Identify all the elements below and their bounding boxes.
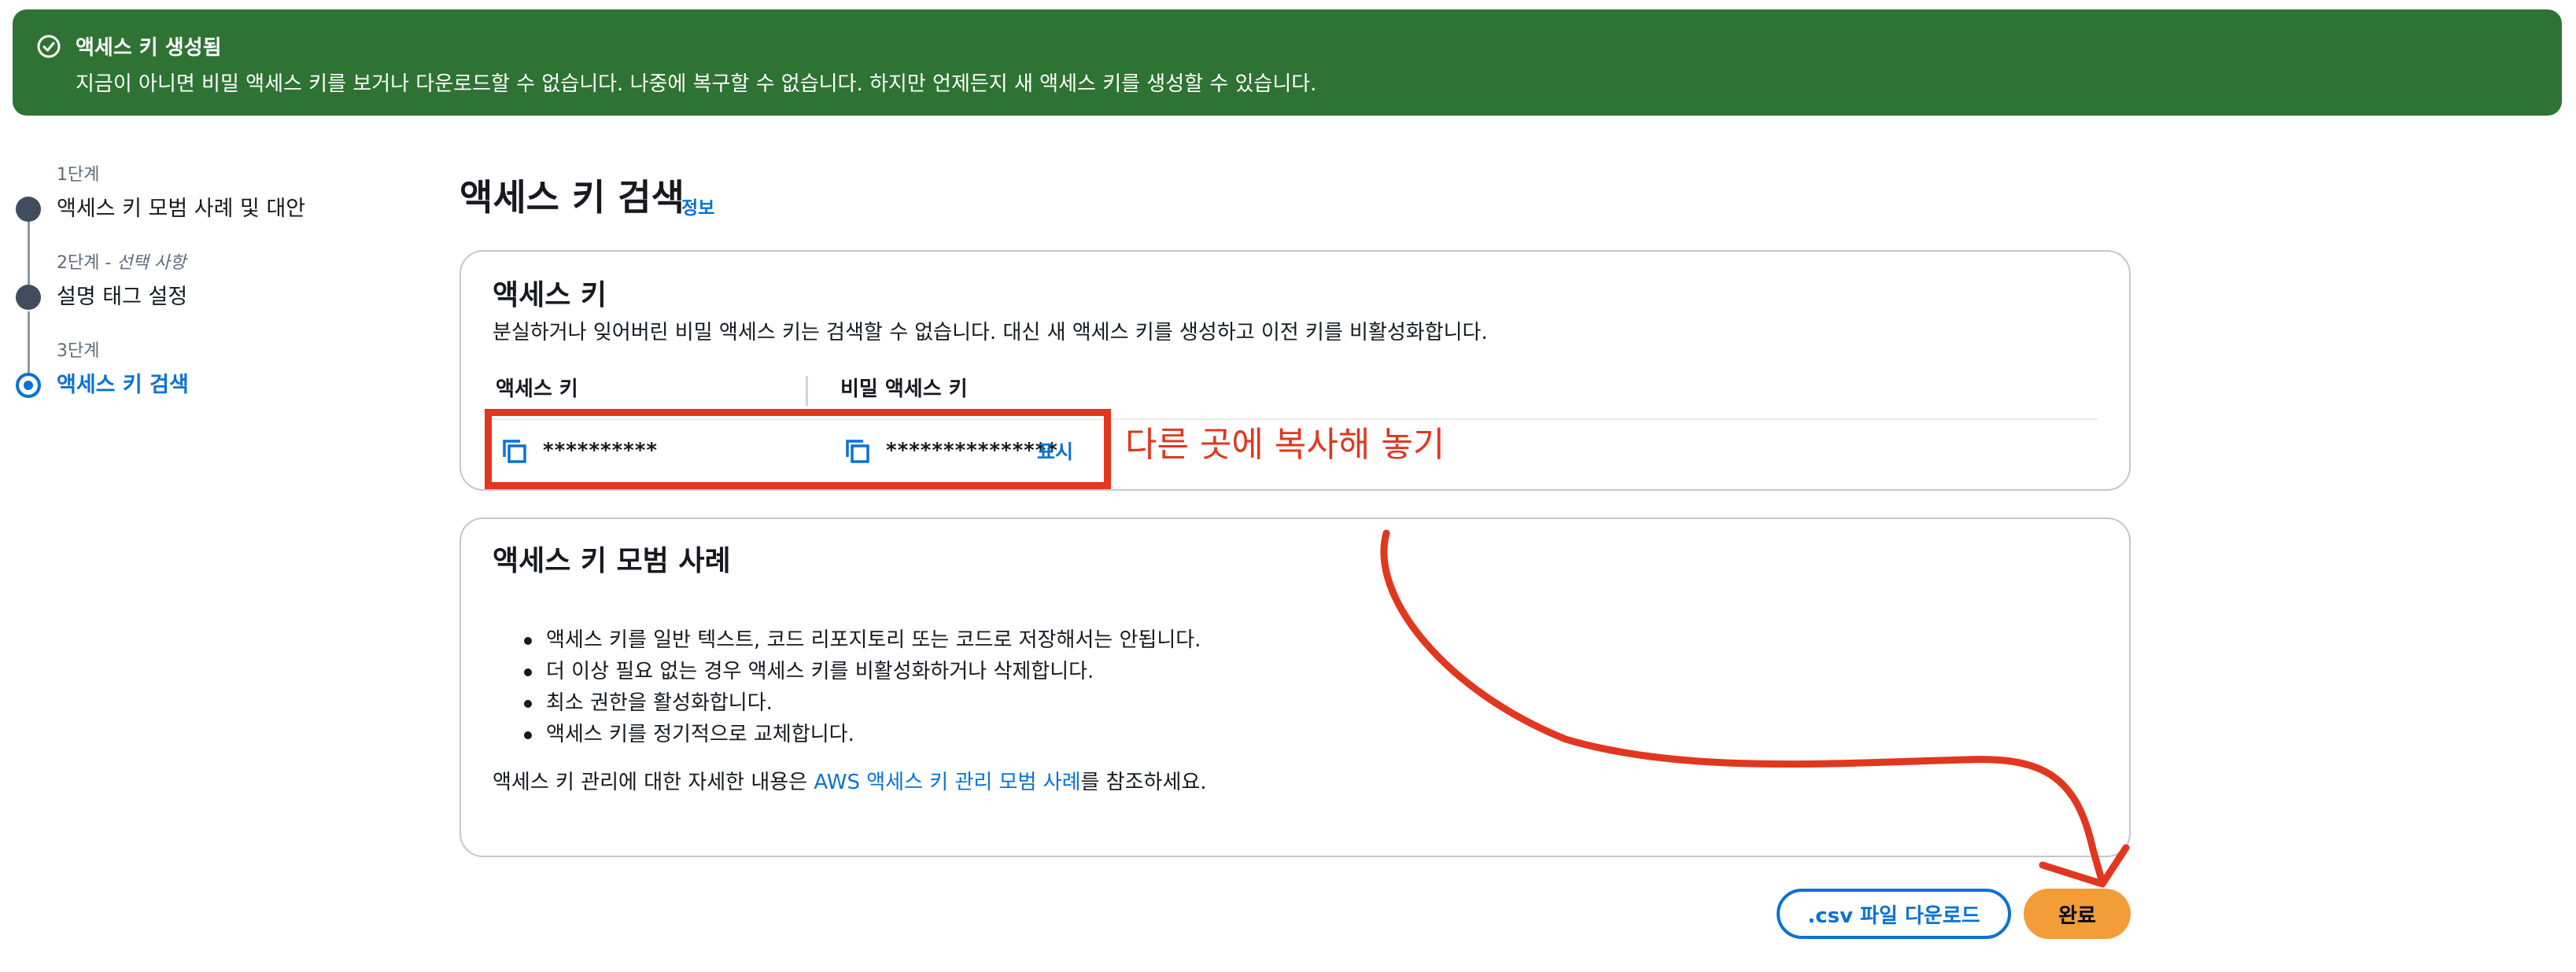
done-button[interactable]: 완료: [2024, 889, 2131, 939]
more-info-prefix: 액세스 키 관리에 대한 자세한 내용은: [493, 771, 814, 794]
step-1-indicator: [16, 197, 41, 222]
best-practices-container: 액세스 키 모범 사례 액세스 키를 일반 텍스트, 코드 리포지토리 또는 코…: [459, 517, 2131, 857]
step-3-number: 3단계: [57, 341, 100, 361]
step-3-label: 액세스 키 검색: [57, 373, 189, 397]
access-key-description: 분실하거나 잊어버린 비밀 액세스 키는 검색할 수 없습니다. 대신 새 액세…: [493, 321, 1488, 344]
column-header-access-key: 액세스 키: [496, 377, 578, 401]
flash-title: 액세스 키 생성됨: [76, 36, 222, 60]
step-2-number: 2단계 - 선택 사항: [57, 255, 186, 272]
list-item: 액세스 키를 일반 텍스트, 코드 리포지토리 또는 코드로 저장해서는 안됩니…: [524, 624, 1201, 656]
highlight-box: [485, 409, 1111, 489]
list-item: 더 이상 필요 없는 경우 액세스 키를 비활성화하거나 삭제합니다.: [524, 656, 1201, 687]
more-info-text: 액세스 키 관리에 대한 자세한 내용은 AWS 액세스 키 관리 모범 사례를…: [493, 772, 1207, 793]
best-practices-link[interactable]: AWS 액세스 키 관리 모범 사례: [814, 771, 1080, 794]
more-info-suffix: 를 참조하세요.: [1080, 771, 1207, 794]
step-1-label[interactable]: 액세스 키 모범 사례 및 대안: [57, 198, 305, 219]
step-2-number-text: 2단계 -: [57, 253, 117, 273]
step-2-label[interactable]: 설명 태그 설정: [57, 286, 187, 307]
step-connector: [28, 222, 30, 294]
step-3-indicator: [16, 373, 41, 398]
info-link[interactable]: 정보: [681, 200, 714, 218]
best-practices-heading: 액세스 키 모범 사례: [493, 545, 731, 577]
list-item: 액세스 키를 정기적으로 교체합니다.: [524, 719, 1201, 750]
step-2-indicator: [16, 285, 41, 310]
access-key-heading: 액세스 키: [493, 279, 607, 311]
step-2-optional: 선택 사항: [116, 253, 186, 273]
page-title: 액세스 키 검색: [459, 176, 685, 219]
check-circle-icon: [37, 35, 61, 58]
column-divider: [806, 376, 808, 406]
column-header-secret-key: 비밀 액세스 키: [840, 377, 968, 401]
list-item: 최소 권한을 활성화합니다.: [524, 687, 1201, 719]
annotation-note: 다른 곳에 복사해 놓기: [1125, 425, 1445, 465]
wizard-steps: 1단계 액세스 키 모범 사례 및 대안 2단계 - 선택 사항 설명 태그 설…: [0, 157, 409, 409]
best-practices-list: 액세스 키를 일반 텍스트, 코드 리포지토리 또는 코드로 저장해서는 안됩니…: [524, 624, 1201, 750]
download-csv-button[interactable]: .csv 파일 다운로드: [1777, 889, 2011, 939]
flash-message: 지금이 아니면 비밀 액세스 키를 보거나 다운로드할 수 없습니다. 나중에 …: [76, 72, 1317, 96]
step-1-number: 1단계: [57, 165, 100, 185]
success-flash-banner: 액세스 키 생성됨 지금이 아니면 비밀 액세스 키를 보거나 다운로드할 수 …: [13, 9, 2562, 116]
step-connector: [28, 311, 30, 382]
